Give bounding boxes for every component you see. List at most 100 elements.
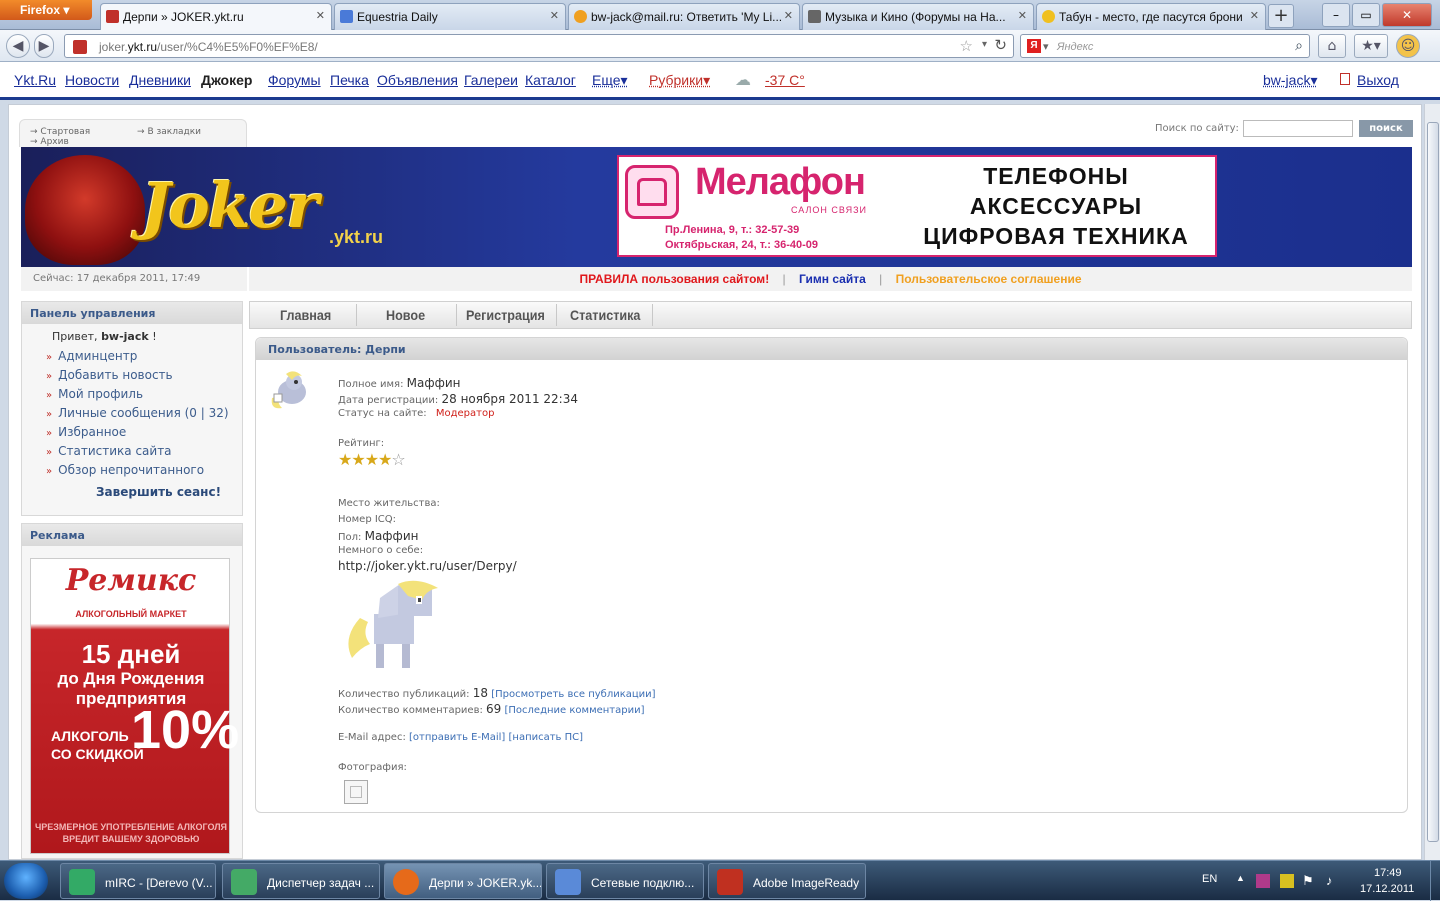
site-identity-icon[interactable] [73,40,87,54]
nav-yktru[interactable]: Ykt.Ru [14,72,56,88]
nav-joker[interactable]: Джокер [201,72,252,88]
close-icon[interactable]: ✕ [1018,9,1027,22]
view-posts-link[interactable]: [Просмотреть все публикации] [491,689,655,700]
site-search-input[interactable] [1243,120,1353,137]
forward-arrow-icon[interactable]: ▶ [34,34,54,58]
page-scrollbar[interactable] [1424,104,1440,860]
menu-add-news[interactable]: » Добавить новость [46,368,242,387]
nav-ads[interactable]: Объявления [377,72,458,88]
new-tab-button[interactable]: + [1268,4,1294,28]
maximize-button[interactable]: ▭ [1352,3,1380,27]
tab-equestria-daily[interactable]: Equestria Daily ✕ [334,3,566,30]
send-pm-link[interactable]: [написать ПС] [509,732,584,743]
nav-news[interactable]: Новости [65,72,119,88]
agreement-link[interactable]: Пользовательское соглашение [896,272,1082,286]
send-email-link[interactable]: [отправить E-Mail] [409,732,505,743]
archive-link[interactable]: → Архив [30,137,91,147]
nav-more[interactable]: Еще▾ [592,72,628,89]
addon-face-icon[interactable]: ☺ [1396,34,1420,58]
anthem-link[interactable]: Гимн сайта [799,272,866,286]
tab-derpi[interactable]: Дерпи » JOKER.ykt.ru ✕ [100,3,332,31]
site-search-label: Поиск по сайту: [1155,123,1239,134]
menu-messages[interactable]: » Личные сообщения (0 | 32) [46,406,242,425]
close-window-button[interactable]: ✕ [1382,3,1432,27]
star-filled-icon[interactable]: ★ [365,450,379,469]
star-empty-icon[interactable]: ☆ [391,450,405,469]
joker-logo[interactable]: Joker [141,169,319,242]
rules-link[interactable]: ПРАВИЛА пользования сайтом! [579,272,769,286]
close-icon[interactable]: ✕ [784,9,793,22]
menu-favorites[interactable]: » Избранное [46,425,242,444]
firefox-menu-button[interactable]: Firefox ▾ [0,0,92,20]
menu-unread[interactable]: » Обзор непрочитанного [46,463,242,482]
tray-app2-icon[interactable] [1280,874,1294,888]
close-icon[interactable]: ✕ [1250,9,1259,22]
star-filled-icon[interactable]: ★ [378,450,392,469]
menu-stats[interactable]: » Статистика сайта [46,444,242,463]
bookmark-star-icon[interactable]: ☆ [960,37,973,55]
close-icon[interactable]: ✕ [550,9,559,22]
remix-banner-ad[interactable]: Ремикс АЛКОГОЛЬНЫЙ МАРКЕТ 15 дней до Дня… [30,558,239,854]
weather-temp[interactable]: -37 С° [765,72,805,88]
nav-galleries[interactable]: Галереи [464,72,518,88]
start-button[interactable] [4,863,48,899]
minimize-button[interactable]: – [1322,3,1350,27]
nav-rubrics[interactable]: Рубрики▾ [649,72,710,89]
nav-register[interactable]: Регистрация [466,307,545,323]
nav-main[interactable]: Главная [280,307,331,323]
yandex-icon[interactable]: Я [1027,39,1041,53]
search-box[interactable]: Я ▾ Яндекс ⌕ [1020,34,1310,58]
star-filled-icon[interactable]: ★ [338,450,352,469]
tab-music-forum[interactable]: Музыка и Кино (Форумы на На... ✕ [802,3,1034,30]
nav-catalog[interactable]: Каталог [525,72,576,88]
nav-new[interactable]: Новое [386,307,425,323]
clock-time[interactable]: 17:49 [1374,867,1402,879]
taskbar-firefox[interactable]: Дерпи » JOKER.yk... [384,863,542,899]
user-menu[interactable]: bw-jack▾ [1263,72,1317,89]
rating-stars[interactable]: ★★★★☆ [338,450,406,469]
menu-admincenter[interactable]: » Админцентр [46,349,242,368]
clock-date[interactable]: 17.12.2011 [1360,883,1414,895]
nav-forums[interactable]: Форумы [268,72,321,88]
broken-image-icon[interactable] [344,780,368,804]
rating-label: Рейтинг: [338,438,385,449]
scrollbar-thumb[interactable] [1427,122,1439,842]
melafon-banner-ad[interactable]: Мелафон САЛОН СВЯЗИ Пр.Ленина, 9, т.: 32… [617,155,1217,257]
logout-link[interactable]: Выход [1357,72,1399,88]
tray-app-icon[interactable] [1256,874,1270,888]
language-indicator[interactable]: EN [1202,873,1217,885]
action-center-icon[interactable]: ⚑ [1302,873,1314,889]
home-icon[interactable]: ⌂ [1318,34,1346,58]
greeting-user[interactable]: bw-jack [101,330,149,343]
tab-tabun[interactable]: Табун - место, где пасутся брони ✕ [1036,3,1266,30]
taskbar-imageready[interactable]: Adobe ImageReady [708,863,866,899]
url-bar[interactable]: joker.ykt.ru/user/%C4%E5%F0%EF%E8/ ☆ ▾ ↻ [64,34,1014,58]
history-dropdown-icon[interactable]: ▾ [982,39,987,50]
end-session-link[interactable]: Завершить сеанс! [22,482,242,499]
nav-diaries[interactable]: Дневники [129,72,191,88]
last-comments-link[interactable]: [Последние комментарии] [505,705,645,716]
tray-expand-icon[interactable]: ▲ [1236,873,1245,883]
avatar[interactable] [266,368,316,414]
star-filled-icon[interactable]: ★ [351,450,365,469]
nav-pechka[interactable]: Печка [330,72,369,88]
about-url[interactable]: http://joker.ykt.ru/user/Derpy/ [338,559,517,573]
close-icon[interactable]: ✕ [316,9,325,22]
posts-row: Количество публикаций: 18 [Просмотреть в… [338,686,656,700]
search-icon[interactable]: ⌕ [1295,37,1303,54]
start-page-link[interactable]: → Стартовая [30,127,112,137]
taskbar-task-manager[interactable]: Диспетчер задач ... [222,863,380,899]
bookmarks-icon[interactable]: ★▾ [1354,34,1388,58]
nav-statistics[interactable]: Статистика [570,307,640,323]
reload-icon[interactable]: ↻ [994,36,1007,54]
volume-icon[interactable]: ♪ [1326,873,1333,888]
engine-dropdown-icon[interactable]: ▾ [1043,40,1049,53]
menu-my-profile[interactable]: » Мой профиль [46,387,242,406]
show-desktop-button[interactable] [1430,861,1440,901]
bookmark-link[interactable]: → В закладки [137,127,223,137]
site-search-button[interactable]: поиск [1359,120,1413,137]
back-arrow-icon[interactable]: ◀ [6,34,30,58]
taskbar-mirc[interactable]: mIRC - [Derevo (V... [60,863,216,899]
tab-mail[interactable]: bw-jack@mail.ru: Ответить 'My Li... ✕ [568,3,800,30]
taskbar-network[interactable]: Сетевые подклю... [546,863,704,899]
